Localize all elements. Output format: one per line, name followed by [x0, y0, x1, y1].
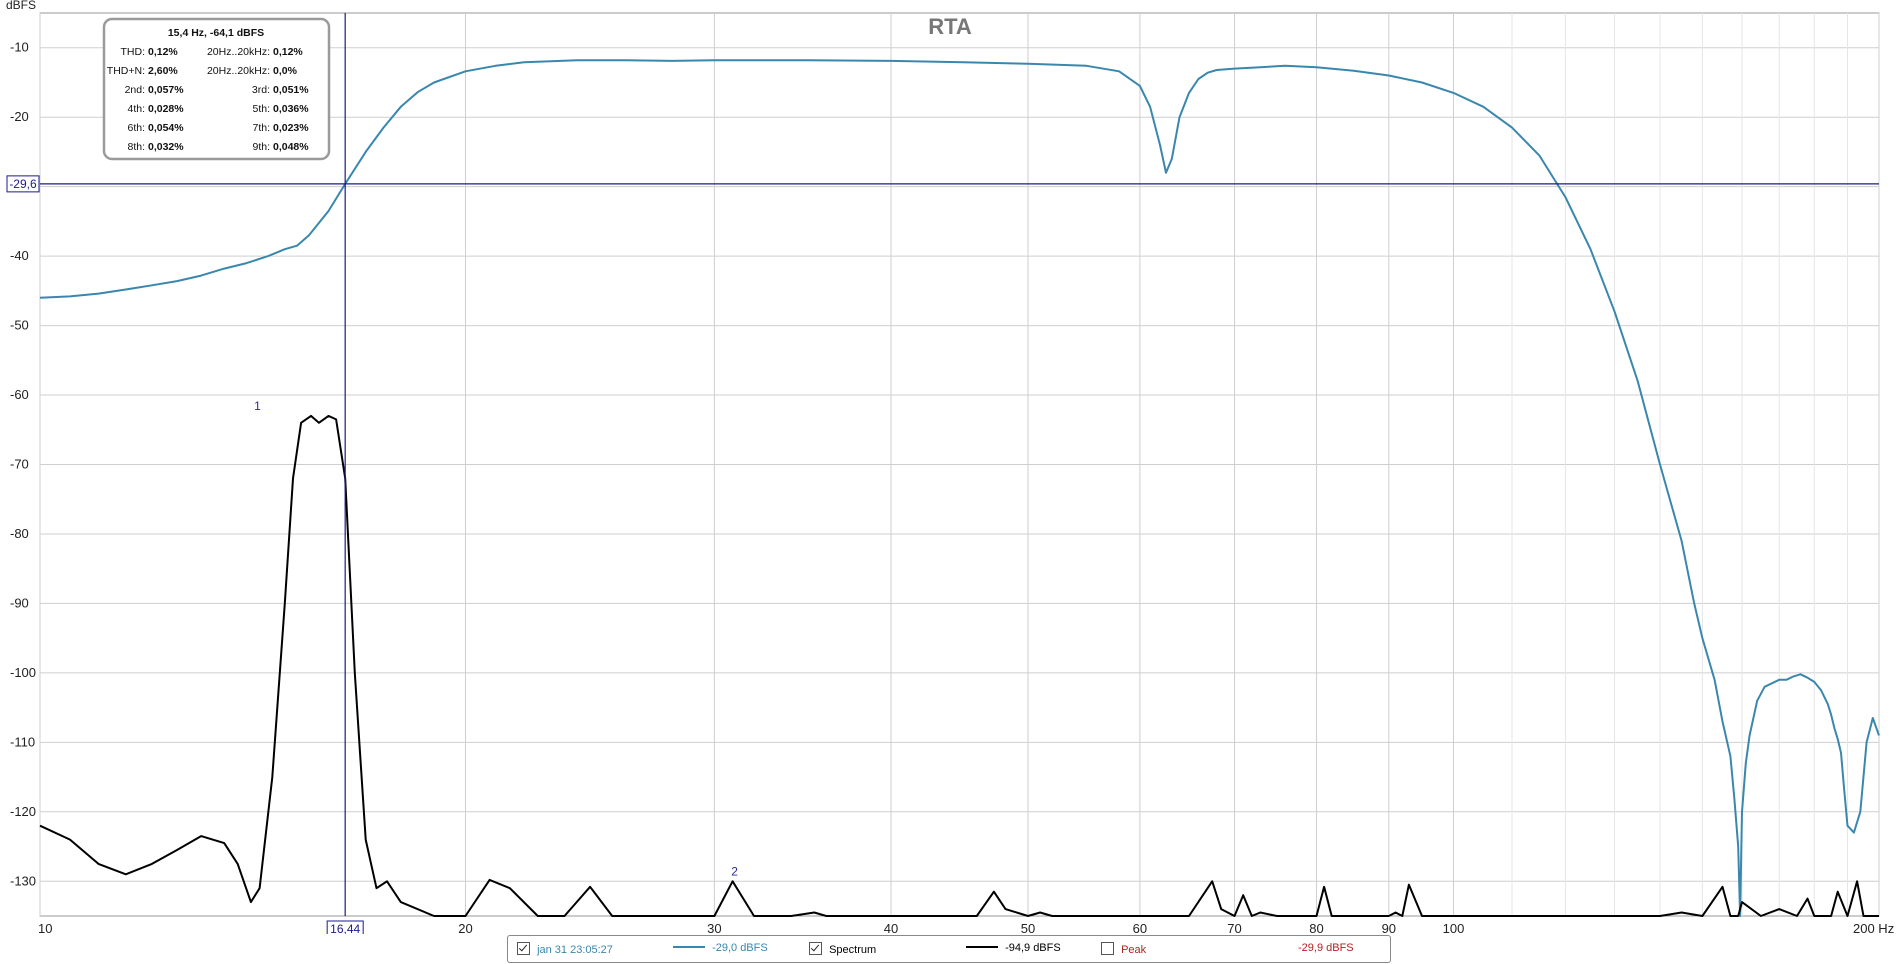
x-tick-label: 20 — [458, 921, 472, 934]
x-tick-label: 30 — [707, 921, 721, 934]
readout-value: 0,054% — [148, 122, 184, 134]
readout-label: 7th: — [252, 122, 270, 134]
cursor-x-label: 16,44 — [330, 922, 360, 934]
legend-spectrum-value: -94,9 dBFS — [966, 942, 1061, 954]
readout-header: 15,4 Hz, -64,1 dBFS — [168, 27, 264, 39]
readout-label: THD: — [121, 46, 146, 58]
peak-checkbox[interactable] — [1101, 942, 1114, 955]
readout-label: 8th: — [127, 141, 145, 153]
spectrum-name: Spectrum — [829, 944, 877, 956]
x-tick-label: 100 — [1443, 921, 1465, 934]
peak-marker-label: 1 — [254, 399, 261, 413]
y-axis-unit-label: dBFS — [6, 0, 36, 12]
x-tick-label: 80 — [1309, 921, 1323, 934]
measurement-swatch — [673, 946, 705, 948]
x-tick-label: 10 — [38, 921, 52, 934]
readout-label: 5th: — [252, 103, 270, 115]
readout-value: 0,036% — [273, 103, 309, 115]
readout-value: 0,057% — [148, 84, 184, 96]
rta-chart[interactable]: -10-20-30-40-50-60-70-80-90-100-110-120-… — [0, 0, 1899, 934]
y-tick-label: -130 — [10, 873, 36, 888]
readout-value: 2,60% — [148, 65, 178, 77]
readout-label: THD+N: — [107, 65, 145, 77]
x-tick-label: 90 — [1382, 921, 1396, 934]
y-tick-label: -60 — [10, 387, 29, 402]
y-tick-label: -20 — [10, 109, 29, 124]
x-tick-label: 200 Hz — [1853, 921, 1894, 934]
x-tick-label: 40 — [884, 921, 898, 934]
legend-item-measurement[interactable]: jan 31 23:05:27 — [517, 942, 613, 956]
y-tick-label: -10 — [10, 40, 29, 55]
x-tick-label: 70 — [1227, 921, 1241, 934]
x-tick-label: 60 — [1133, 921, 1147, 934]
readout-label: 6th: — [127, 122, 145, 134]
x-tick-label: 50 — [1021, 921, 1035, 934]
y-axis-ticks: -10-20-30-40-50-60-70-80-90-100-110-120-… — [10, 40, 36, 889]
measurement-name: jan 31 23:05:27 — [537, 944, 613, 956]
y-tick-label: -50 — [10, 318, 29, 333]
readout-value: 0,023% — [273, 122, 309, 134]
readout-value: 0,032% — [148, 141, 184, 153]
readout-value: 0,028% — [148, 103, 184, 115]
spectrum-swatch — [966, 946, 998, 948]
chart-title: RTA — [928, 14, 972, 39]
y-tick-label: -90 — [10, 595, 29, 610]
readout-value: 0,12% — [148, 46, 178, 58]
legend-measurement-value: -29,0 dBFS — [673, 942, 768, 954]
readout-label: 4th: — [127, 103, 145, 115]
legend-peak-value: -29,9 dBFS — [1298, 942, 1354, 954]
readout-value: 0,048% — [273, 141, 309, 153]
y-tick-label: -110 — [10, 734, 35, 749]
y-tick-label: -120 — [10, 804, 36, 819]
readout-value: 0,12% — [273, 46, 303, 58]
spectrum-checkbox[interactable] — [809, 942, 822, 955]
readout-label: 9th: — [252, 141, 270, 153]
distortion-readout-panel: 15,4 Hz, -64,1 dBFSTHD: 0,12% 20Hz..20kHz:… — [102, 17, 331, 161]
y-tick-label: -70 — [10, 457, 29, 472]
peak-value: -29,9 dBFS — [1298, 942, 1354, 954]
x-axis-ticks: 10 20 30 40 50 60 70 80 90 100 200 Hz — [38, 921, 1894, 934]
measurement-checkbox[interactable] — [517, 942, 530, 955]
readout-value: 0,051% — [273, 84, 309, 96]
legend-item-spectrum[interactable]: Spectrum — [809, 942, 876, 956]
readout-label: 20Hz..20kHz: — [207, 65, 270, 77]
legend-item-peak[interactable]: Peak — [1101, 942, 1146, 956]
y-tick-label: -40 — [10, 248, 29, 263]
y-tick-label: -100 — [10, 665, 36, 680]
readout-label: 3rd: — [252, 84, 270, 96]
readout-label: 20Hz..20kHz: — [207, 46, 270, 58]
peak-marker-label: 2 — [731, 864, 738, 878]
y-tick-label: -80 — [10, 526, 29, 541]
peak-name: Peak — [1121, 944, 1147, 956]
readout-label: 2nd: — [125, 84, 145, 96]
spectrum-value: -94,9 dBFS — [1005, 942, 1061, 954]
measurement-value: -29,0 dBFS — [712, 942, 768, 954]
cursor-y-label: -29,6 — [9, 177, 37, 191]
legend-bar: jan 31 23:05:27 -29,0 dBFS Spectrum -94,… — [507, 935, 1391, 963]
readout-value: 0,0% — [273, 65, 298, 77]
